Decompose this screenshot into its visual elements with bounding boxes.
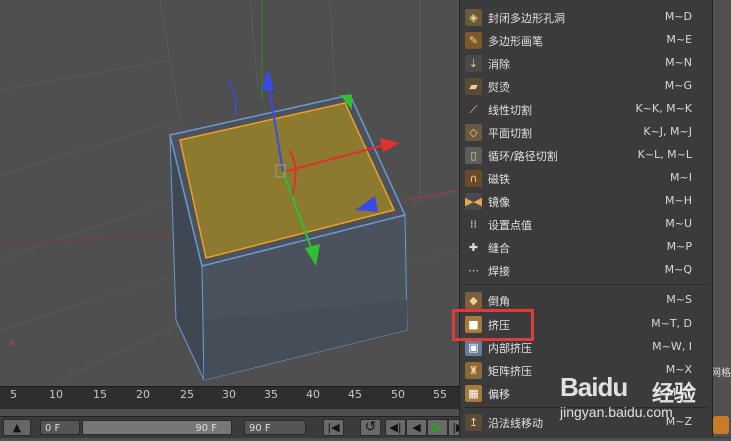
gizmo-z-arrow-icon[interactable]: [262, 68, 274, 90]
loop-cut-icon: ▯: [465, 147, 482, 164]
timeline-tick: 40: [306, 388, 320, 401]
menu-item-knife-line[interactable]: ⟋ 线性切割 K~K, M~K: [460, 98, 712, 121]
weld-icon: ⋯: [465, 262, 482, 279]
timeline-tick: 45: [348, 388, 362, 401]
go-to-start-icon[interactable]: |◀: [323, 419, 344, 436]
panel-edge-label: 网格: [711, 368, 731, 379]
menu-item-shortcut: M~S: [666, 293, 692, 306]
menu-item-iron[interactable]: ▰ 熨烫 M~G: [460, 75, 712, 98]
menu-item-label: 镜像: [488, 196, 510, 209]
stitch-icon: ✚: [465, 239, 482, 256]
menu-item-label: 设置点值: [488, 219, 532, 232]
magnet-icon: ∩: [465, 170, 482, 187]
timeline-tick: 50: [391, 388, 405, 401]
menu-item-shortcut: M~Q: [664, 263, 692, 276]
bevel-icon: ◆: [465, 292, 482, 309]
offset-icon: ▦: [465, 385, 482, 402]
panel-edge-button[interactable]: [713, 416, 729, 434]
play-icon[interactable]: ▶: [427, 419, 448, 436]
play-reverse-icon[interactable]: ◀: [406, 419, 427, 436]
axis-marker-x: ×: [8, 338, 16, 349]
menu-item-label: 消除: [488, 58, 510, 71]
frame-range-slider[interactable]: 90 F: [82, 420, 232, 435]
step-back-icon[interactable]: ◀|: [385, 419, 406, 436]
annotation-highlight-box: [452, 309, 534, 341]
matrix-extrude-icon: ♜: [465, 362, 482, 379]
current-frame-field[interactable]: 90 F: [244, 420, 306, 435]
record-key-icon[interactable]: ↺: [360, 419, 381, 436]
normal-move-icon: ↥: [465, 414, 482, 431]
polygon-pen-icon: ✎: [465, 32, 482, 49]
iron-icon: ▰: [465, 78, 482, 95]
menu-item-shortcut: M~E: [666, 33, 692, 46]
menu-item-shortcut: M~P: [666, 240, 692, 253]
menu-item-label: 矩阵挤压: [488, 365, 532, 378]
menu-item-label: 倒角: [488, 295, 510, 308]
menu-item-magnet[interactable]: ∩ 磁铁 M~I: [460, 167, 712, 190]
gizmo-rotate-ring-z[interactable]: [227, 79, 237, 116]
menu-item-plane-cut[interactable]: ◇ 平面切割 K~J, M~J: [460, 121, 712, 144]
timeline-tick: 30: [222, 388, 236, 401]
menu-item-stitch[interactable]: ✚ 缝合 M~P: [460, 236, 712, 259]
frame-spinner-left[interactable]: ▲: [3, 419, 31, 436]
start-frame-field[interactable]: 0 F: [40, 420, 80, 435]
menu-item-label: 焊接: [488, 265, 510, 278]
menu-item-label: 平面切割: [488, 127, 532, 140]
menu-item-shortcut: K~L, M~L: [637, 148, 692, 161]
menu-item-label: 多边形画笔: [488, 35, 543, 48]
menu-item-label: 封闭多边形孔洞: [488, 12, 565, 25]
baidu-jingyan-watermark: Baidu 经验 jingyan.baidu.com: [560, 372, 710, 432]
timeline-tick: 25: [180, 388, 194, 401]
menu-item-shortcut: M~N: [665, 56, 692, 69]
menu-item-shortcut: M~U: [665, 217, 692, 230]
menu-item-set-point-value[interactable]: ⁞⁞ 设置点值 M~U: [460, 213, 712, 236]
timeline-tick: 20: [136, 388, 150, 401]
menu-item-shortcut: M~H: [665, 194, 692, 207]
timeline-tick: 10: [49, 388, 63, 401]
timeline-tick: 5: [10, 388, 17, 401]
menu-item-weld[interactable]: ⋯ 焊接 M~Q: [460, 259, 712, 282]
menu-item-label: 熨烫: [488, 81, 510, 94]
watermark-brand: Baidu: [560, 372, 628, 402]
end-frame-label: 90 F: [195, 423, 217, 434]
menu-item-label: 内部挤压: [488, 342, 532, 355]
knife-icon: ⟋: [465, 101, 482, 118]
mirror-icon: ▶◀: [465, 193, 482, 210]
menu-item-label: 磁铁: [488, 173, 510, 186]
plane-cut-icon: ◇: [465, 124, 482, 141]
menu-item-label: 沿法线移动: [488, 417, 543, 430]
menu-item-label: 线性切割: [488, 104, 532, 117]
menu-item-dissolve[interactable]: ⇣ 消除 M~N: [460, 52, 712, 75]
watermark-url: jingyan.baidu.com: [560, 404, 673, 420]
menu-item-shortcut: M~W, I: [652, 340, 692, 353]
menu-item-close-polygon-hole[interactable]: ◈ 封闭多边形孔洞 M~D: [460, 6, 712, 29]
timeline-tick: 55: [433, 388, 447, 401]
set-point-value-icon: ⁞⁞: [465, 216, 482, 233]
menu-item-shortcut: K~J, M~J: [643, 125, 692, 138]
menu-item-shortcut: K~K, M~K: [635, 102, 692, 115]
menu-item-mirror[interactable]: ▶◀ 镜像 M~H: [460, 190, 712, 213]
extrude-inner-icon: ▣: [465, 339, 482, 356]
menu-item-label: 循环/路径切割: [488, 150, 558, 163]
menu-item-shortcut: M~G: [664, 79, 692, 92]
side-panel-edge: 网格: [711, 0, 731, 437]
menu-item-shortcut: M~T, D: [651, 317, 692, 330]
close-hole-icon: ◈: [465, 9, 482, 26]
dissolve-icon: ⇣: [465, 55, 482, 72]
menu-item-shortcut: M~I: [670, 171, 692, 184]
menu-separator: [464, 284, 708, 285]
timeline-tick: 35: [264, 388, 278, 401]
timeline-tick: 15: [93, 388, 107, 401]
menu-item-shortcut: M~D: [664, 10, 692, 23]
menu-item-label: 缝合: [488, 242, 510, 255]
gizmo-x-arrow-icon[interactable]: [380, 138, 400, 152]
menu-item-loop-path-cut[interactable]: ▯ 循环/路径切割 K~L, M~L: [460, 144, 712, 167]
menu-item-label: 偏移: [488, 388, 510, 401]
menu-item-polygon-pen[interactable]: ✎ 多边形画笔 M~E: [460, 29, 712, 52]
